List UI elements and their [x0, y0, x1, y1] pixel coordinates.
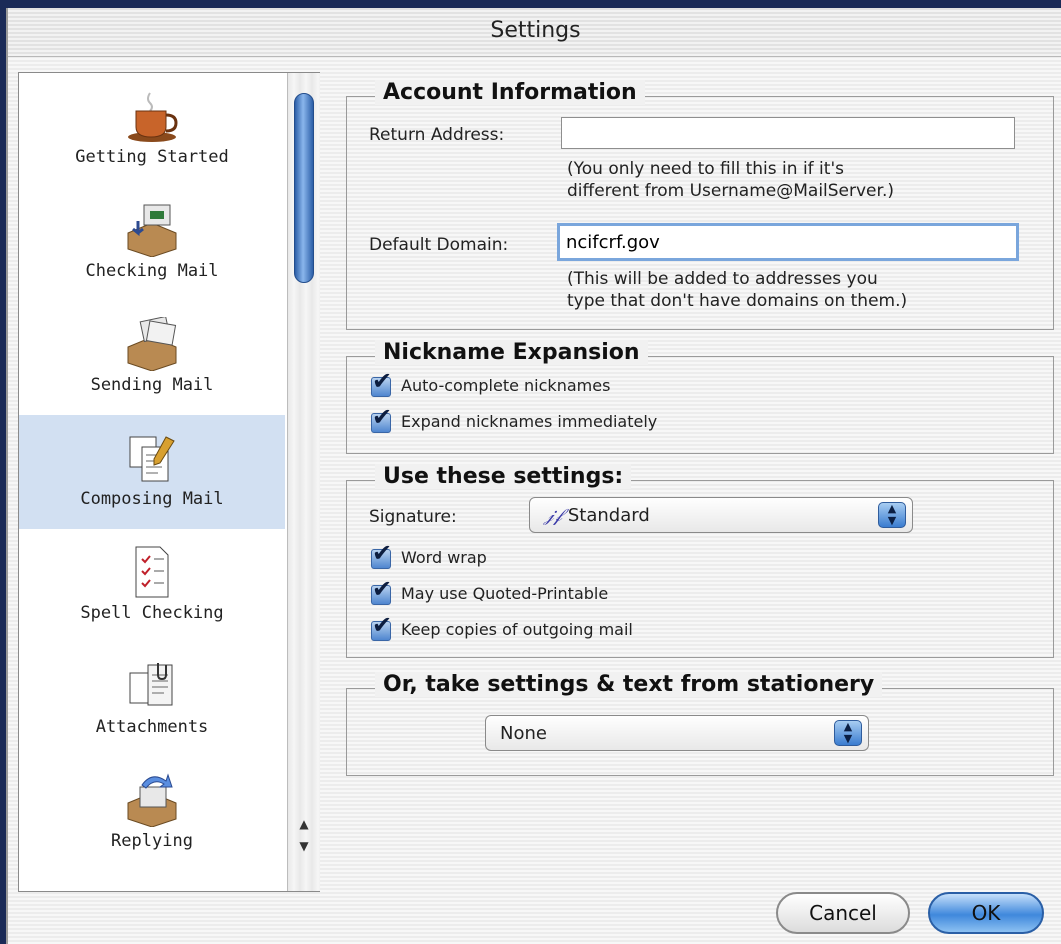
use-these-settings-title: Use these settings:: [375, 464, 632, 489]
default-domain-field[interactable]: [557, 223, 1019, 261]
title-bar[interactable]: Settings: [8, 8, 1061, 57]
auto-complete-nicknames-label: Auto-complete nicknames: [401, 376, 611, 395]
return-address-label: Return Address:: [369, 125, 505, 145]
sidebar-item-label: Attachments: [95, 717, 209, 737]
stationery-popup-value: None: [500, 723, 547, 744]
coffee-cup-icon: [128, 92, 178, 142]
sidebar-item-getting-started[interactable]: Getting Started: [19, 73, 285, 187]
return-address-hint-line-2: different from Username@MailServer.): [567, 181, 894, 201]
spell-checking-icon: [135, 546, 169, 598]
cancel-button[interactable]: Cancel: [776, 892, 910, 934]
sidebar-scrollbar[interactable]: ▲ ▼: [287, 73, 320, 891]
scroll-up-arrow-icon[interactable]: ▲: [288, 813, 320, 835]
stationery-popup[interactable]: None ▲ ▼: [485, 715, 869, 751]
replying-icon: [127, 773, 177, 827]
settings-window: Settings Getting Started Checking Mail S…: [6, 8, 1061, 944]
sidebar-item-label: Spell Checking: [80, 603, 224, 623]
account-information-group: Account Information Return Address: (You…: [346, 80, 1054, 330]
signature-popup-value: 𝒿𝒻 Standard: [544, 505, 650, 526]
signature-popup[interactable]: 𝒿𝒻 Standard ▲ ▼: [529, 497, 913, 533]
use-these-settings-group: Use these settings: Signature: 𝒿𝒻 Standar…: [346, 464, 1054, 658]
sidebar-item-label: Getting Started: [75, 147, 229, 167]
window-title: Settings: [490, 18, 581, 43]
sidebar-item-replying[interactable]: Replying: [19, 757, 285, 871]
sidebar-item-sending-mail[interactable]: Sending Mail: [19, 301, 285, 415]
composing-mail-icon: [129, 436, 175, 482]
popup-arrows-icon[interactable]: ▲ ▼: [878, 502, 906, 528]
word-wrap-label: Word wrap: [401, 548, 487, 567]
sidebar-item-composing-mail[interactable]: Composing Mail: [19, 415, 285, 529]
checkmark-icon: ✔: [372, 575, 393, 603]
quoted-printable-label: May use Quoted-Printable: [401, 584, 609, 603]
signature-label: Signature:: [369, 507, 457, 527]
checkmark-icon: ✔: [372, 403, 393, 431]
account-information-title: Account Information: [375, 80, 645, 105]
settings-category-list: Getting Started Checking Mail Sending Ma…: [18, 72, 320, 892]
checkmark-icon: ✔: [372, 611, 393, 639]
sidebar-item-label: Checking Mail: [85, 261, 219, 281]
sidebar-item-label: Sending Mail: [90, 375, 214, 395]
stationery-group: Or, take settings & text from stationery…: [346, 672, 1054, 776]
scroll-down-arrow-icon[interactable]: ▼: [288, 835, 320, 857]
signature-icon: 𝒿𝒻: [544, 505, 562, 526]
stationery-title: Or, take settings & text from stationery: [375, 672, 883, 697]
default-domain-hint-line-1: (This will be added to addresses you: [567, 269, 878, 289]
sidebar-item-checking-mail[interactable]: Checking Mail: [19, 187, 285, 301]
default-domain-hint-line-2: type that don't have domains on them.): [567, 291, 908, 311]
default-domain-label: Default Domain:: [369, 235, 509, 255]
sidebar-item-label: Composing Mail: [80, 489, 224, 509]
attachments-icon: [129, 663, 173, 706]
sidebar-item-label: Replying: [111, 831, 193, 851]
sidebar-item-attachments[interactable]: Attachments: [19, 643, 285, 757]
nickname-expansion-group: Nickname Expansion ✔ Auto-complete nickn…: [346, 340, 1054, 454]
return-address-field[interactable]: [561, 117, 1015, 149]
keep-copies-label: Keep copies of outgoing mail: [401, 620, 633, 639]
sidebar-item-spell-checking[interactable]: Spell Checking: [19, 529, 285, 643]
checkmark-icon: ✔: [372, 367, 393, 395]
sending-mail-icon: [127, 317, 177, 371]
expand-nicknames-label: Expand nicknames immediately: [401, 412, 658, 431]
signature-value: Standard: [567, 505, 650, 526]
checkmark-icon: ✔: [372, 539, 393, 567]
checking-mail-icon: [127, 204, 177, 257]
scroll-thumb[interactable]: [294, 93, 314, 283]
return-address-hint-line-1: (You only need to fill this in if it's: [567, 159, 844, 179]
nickname-expansion-title: Nickname Expansion: [375, 340, 648, 365]
category-list-content: Getting Started Checking Mail Sending Ma…: [19, 73, 285, 891]
ok-button[interactable]: OK: [928, 892, 1044, 934]
popup-arrows-icon[interactable]: ▲ ▼: [834, 720, 862, 746]
